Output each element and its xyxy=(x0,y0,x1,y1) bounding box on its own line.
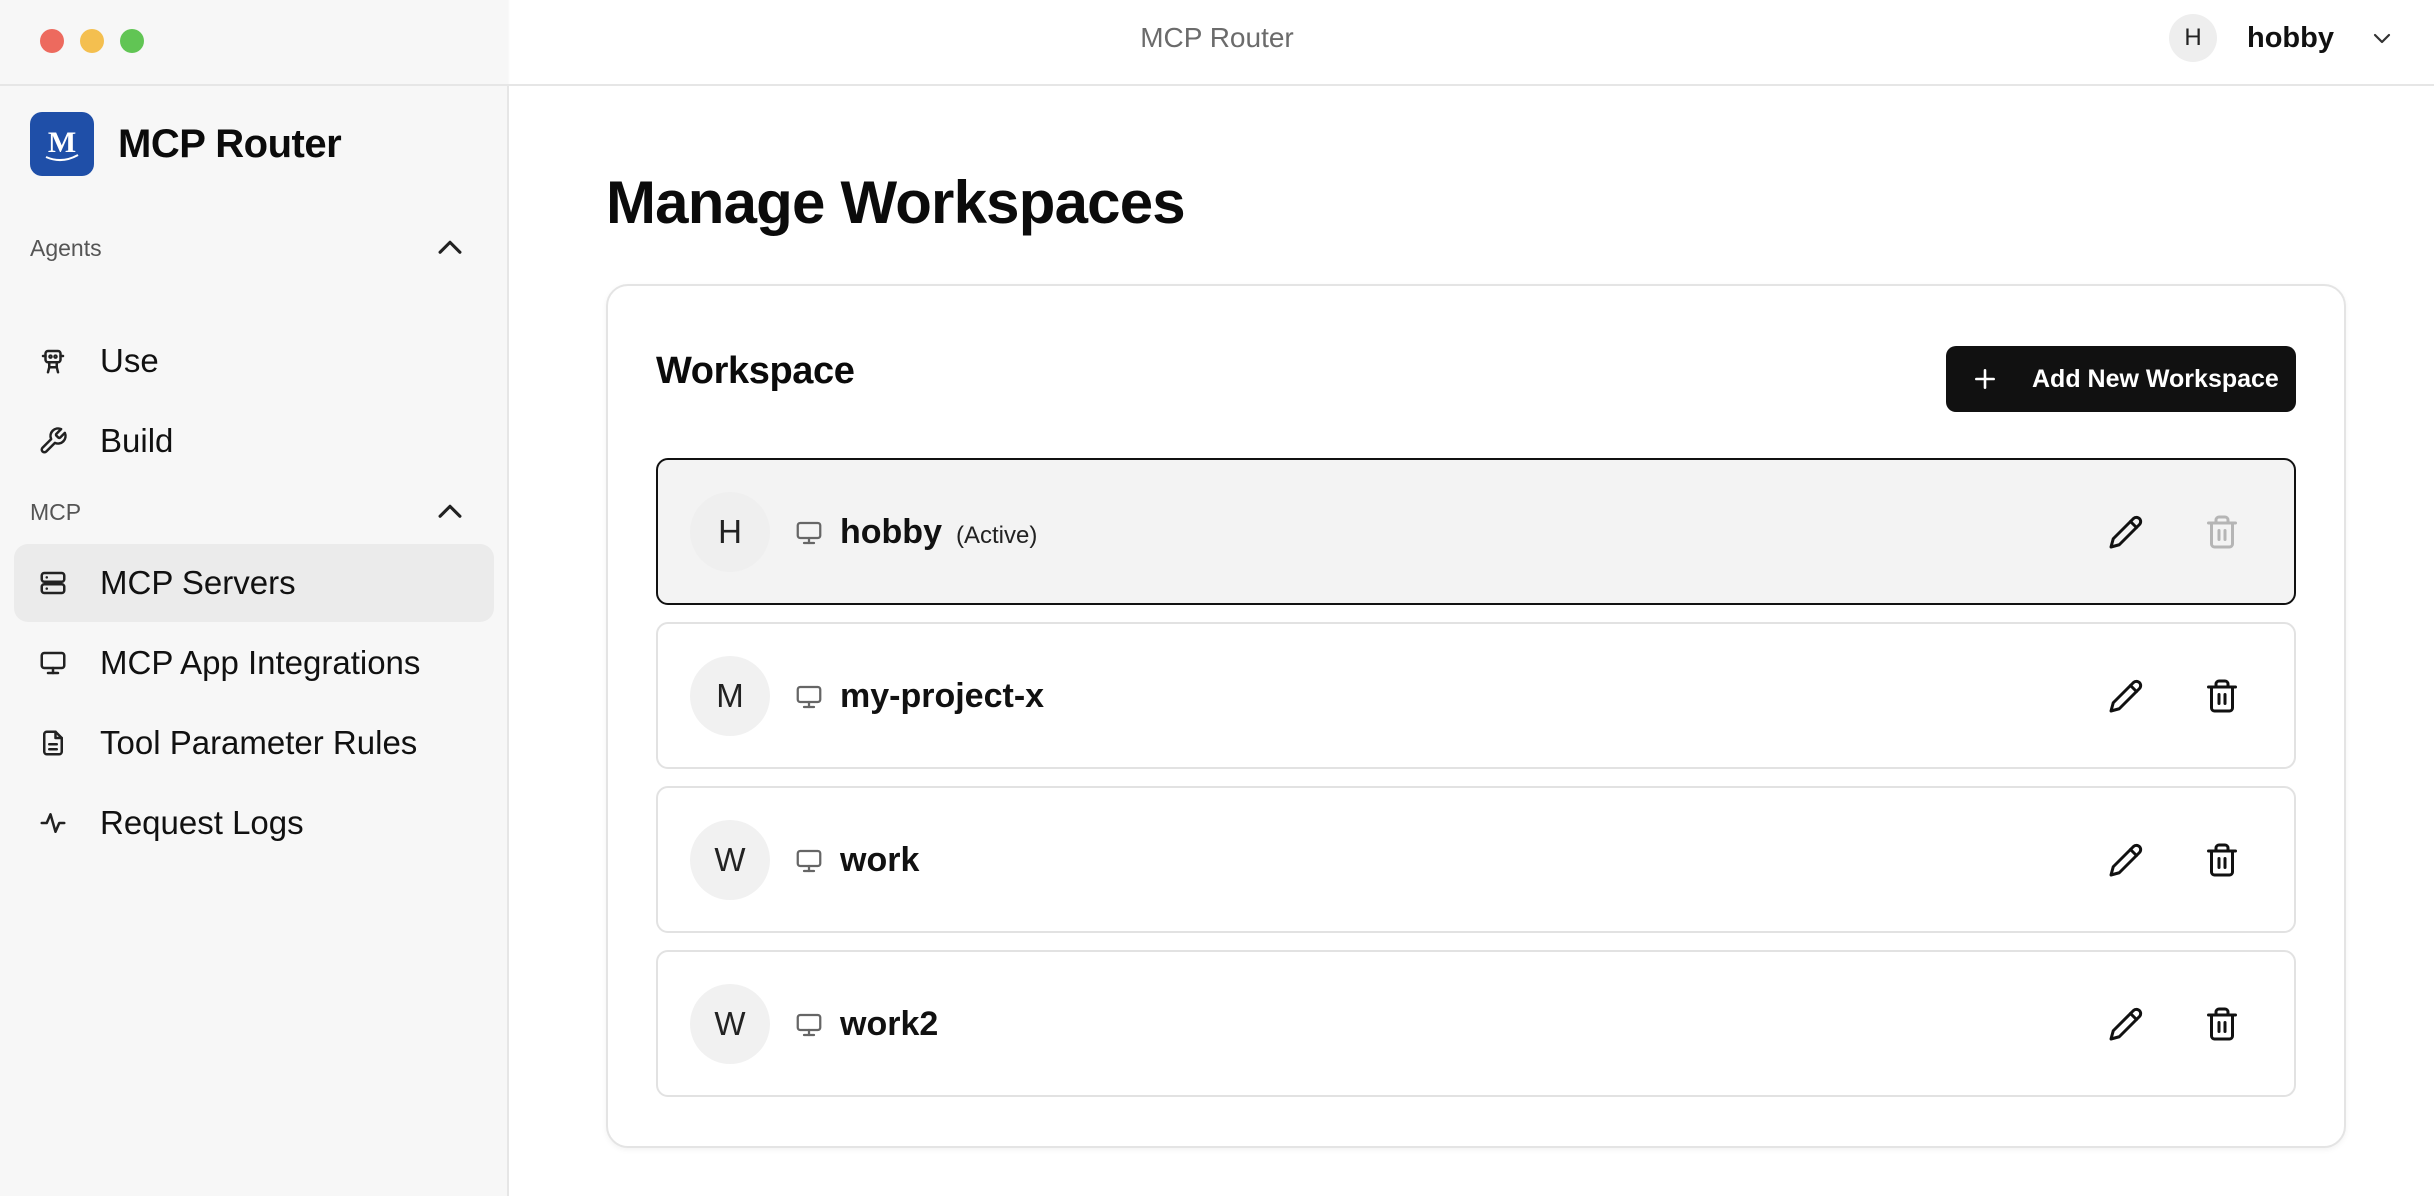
sidebar-item-request-logs[interactable]: Request Logs xyxy=(14,784,494,862)
monitor-icon xyxy=(796,849,822,873)
workspace-avatar: W xyxy=(690,984,770,1064)
title-bar: MCP Router H hobby xyxy=(0,0,2434,86)
user-avatar: H xyxy=(2169,14,2217,62)
workspace-name-text: hobby xyxy=(840,513,942,551)
sidebar-item-tool-parameter-rules[interactable]: Tool Parameter Rules xyxy=(14,704,494,782)
section-label: Agents xyxy=(30,234,102,261)
sidebar-item-label: MCP App Integrations xyxy=(100,644,421,681)
document-icon xyxy=(43,730,63,756)
section-header-mcp[interactable]: MCP xyxy=(30,492,467,532)
plus-icon xyxy=(1975,369,1995,389)
workspace-name-text: work2 xyxy=(840,1005,939,1043)
brand-logo: M xyxy=(30,112,94,176)
sidebar-item-label: Tool Parameter Rules xyxy=(100,724,418,761)
sidebar-item-use[interactable]: Use xyxy=(14,322,494,400)
card-title: Workspace xyxy=(656,350,855,392)
workspace-row-my-project-x[interactable]: M my-project-x xyxy=(656,622,2296,769)
workspace-card: Workspace Add New Workspace H hobby (Acti… xyxy=(606,284,2346,1148)
trash-icon[interactable] xyxy=(2204,678,2240,714)
sidebar-item-build[interactable]: Build xyxy=(14,402,494,480)
section-label: MCP xyxy=(30,498,82,525)
robot-icon xyxy=(41,349,65,374)
wrench-icon xyxy=(40,427,67,454)
trash-icon xyxy=(2207,515,2237,549)
workspace-avatar: M xyxy=(690,656,770,736)
pencil-icon[interactable] xyxy=(2108,678,2144,714)
trash-icon[interactable] xyxy=(2204,1006,2240,1042)
sidebar-item-label: Build xyxy=(100,422,174,459)
chevron-down-icon xyxy=(2373,33,2391,44)
workspace-row-work2[interactable]: W work2 xyxy=(656,950,2296,1097)
monitor-icon xyxy=(796,521,822,545)
workspace-name: work2 xyxy=(840,1005,938,1044)
brand: M MCP Router xyxy=(30,112,342,176)
sidebar: M MCP Router Agents Use Build MCP MCP Se… xyxy=(0,86,509,1196)
sidebar-item-label: MCP Servers xyxy=(100,564,296,601)
sidebar-item-mcp-servers[interactable]: MCP Servers xyxy=(14,544,494,622)
workspace-name: hobby (Active) xyxy=(840,513,1037,552)
workspace-name: work xyxy=(840,841,919,880)
pencil-icon[interactable] xyxy=(2108,514,2144,550)
server-icon xyxy=(40,571,66,595)
svg-text:M: M xyxy=(48,126,76,159)
workspace-avatar: W xyxy=(690,820,770,900)
add-workspace-label: Add New Workspace xyxy=(2032,364,2279,393)
monitor-icon xyxy=(796,685,822,709)
workspace-name: my-project-x xyxy=(840,677,1044,716)
activity-icon xyxy=(40,813,66,833)
sidebar-item-label: Use xyxy=(100,342,159,379)
chevron-up-icon[interactable] xyxy=(433,231,467,265)
window-title: MCP Router xyxy=(1140,22,1294,53)
chevron-up-icon[interactable] xyxy=(433,495,467,529)
trash-icon[interactable] xyxy=(2204,842,2240,878)
monitor-icon xyxy=(796,1013,822,1037)
workspace-name-text: my-project-x xyxy=(840,677,1045,715)
sidebar-item-label: Request Logs xyxy=(100,804,304,841)
sidebar-item-mcp-app-integrations[interactable]: MCP App Integrations xyxy=(14,624,494,702)
workspace-row-work[interactable]: W work xyxy=(656,786,2296,933)
workspace-name-text: work xyxy=(840,841,920,879)
user-name: hobby xyxy=(2247,21,2334,54)
pencil-icon[interactable] xyxy=(2108,842,2144,878)
workspace-row-hobby[interactable]: H hobby (Active) xyxy=(656,458,2296,605)
user-menu[interactable]: H hobby xyxy=(2169,13,2394,63)
section-header-agents[interactable]: Agents xyxy=(30,228,467,268)
brand-name: MCP Router xyxy=(118,121,342,166)
logo-m-icon: M xyxy=(45,126,79,161)
page-title: Manage Workspaces xyxy=(606,169,1186,236)
pencil-icon[interactable] xyxy=(2108,1006,2144,1042)
monitor-icon xyxy=(40,651,66,675)
workspace-avatar: H xyxy=(690,492,770,572)
active-badge: (Active) xyxy=(955,522,1038,549)
main-content: Manage Workspaces Workspace Add New Work… xyxy=(510,86,2434,1196)
add-workspace-button[interactable]: Add New Workspace xyxy=(1946,346,2296,412)
